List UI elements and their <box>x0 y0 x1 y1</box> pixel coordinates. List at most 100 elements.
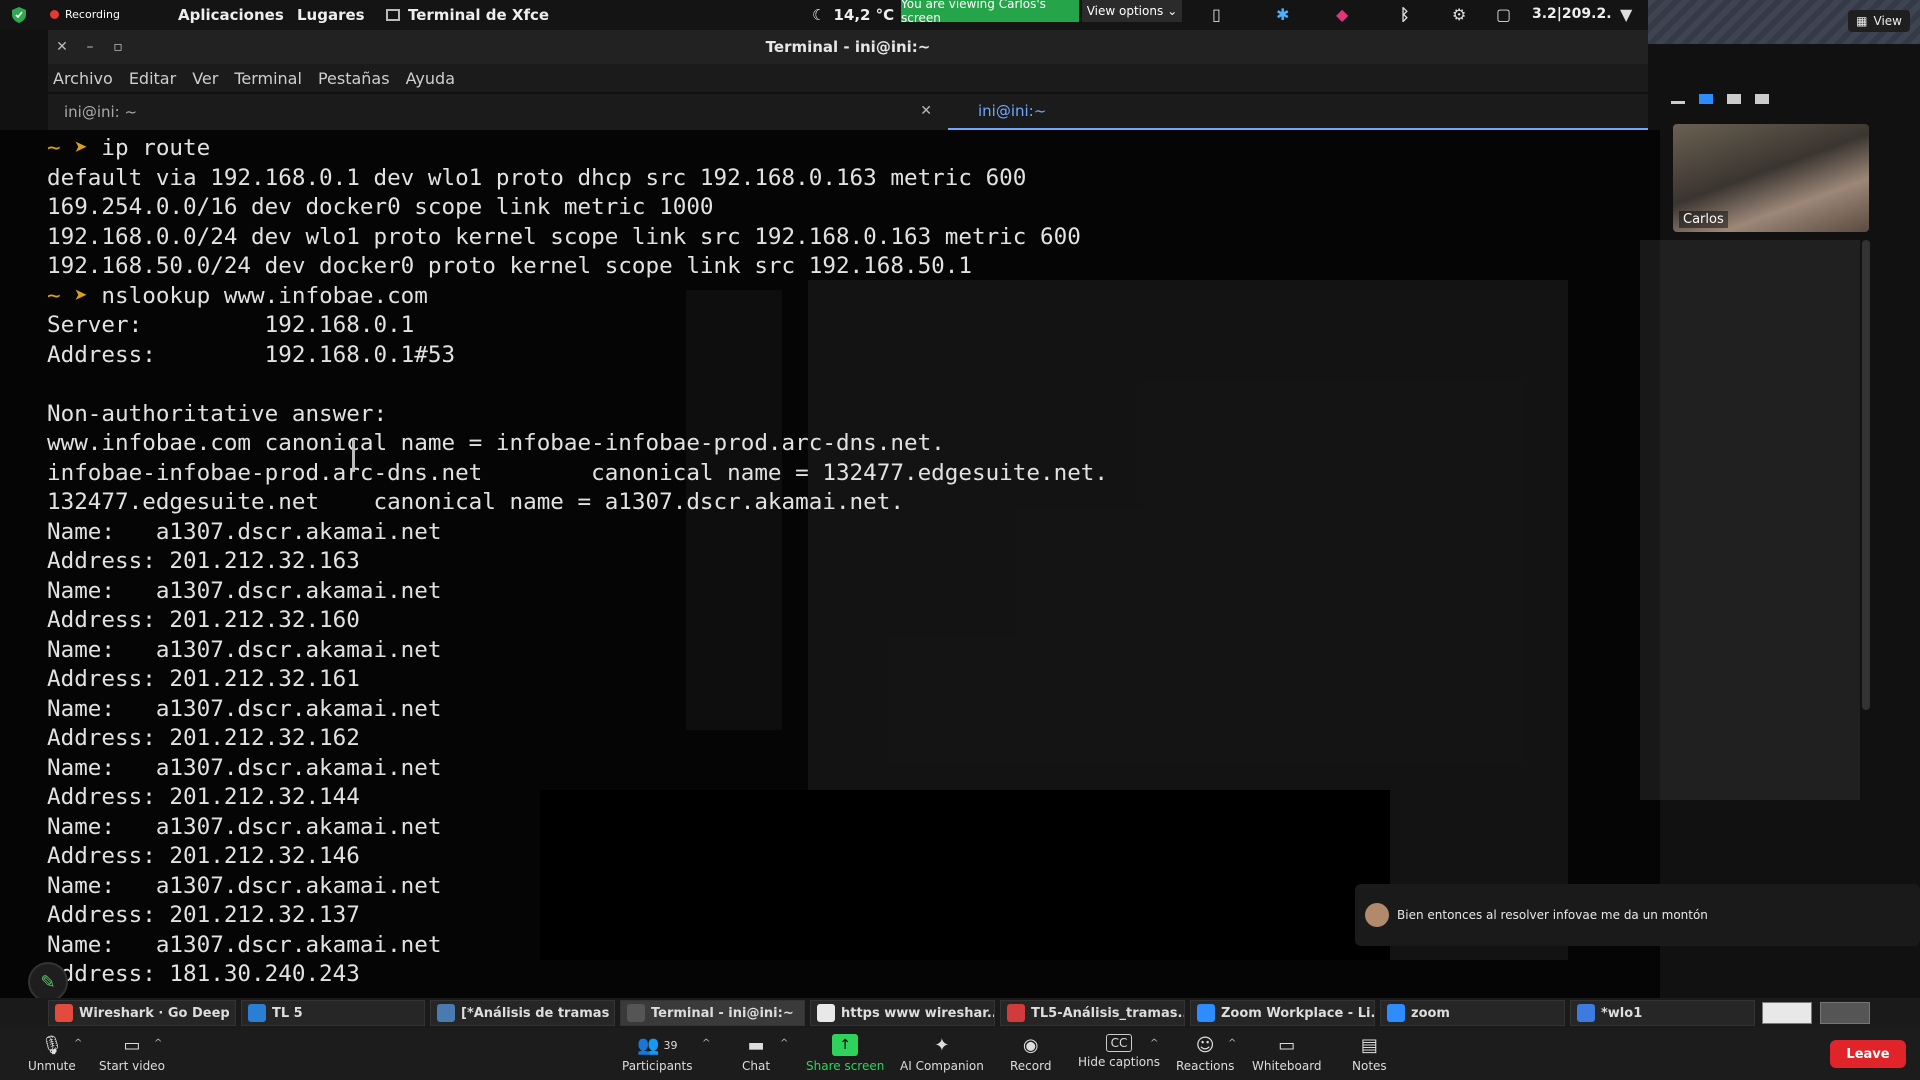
terminal-output-line: default via 192.168.0.1 dev wlo1 proto d… <box>47 164 1108 194</box>
terminal-output-line: Address: 201.212.32.161 <box>47 665 1108 695</box>
chevron-up-icon[interactable]: ^ <box>154 1038 162 1049</box>
notes-button[interactable]: ▤ Notes <box>1352 1034 1387 1074</box>
participants-icon: 👥 39 <box>637 1034 678 1056</box>
layout-strip-icon[interactable] <box>1699 94 1713 104</box>
menu-archivo[interactable]: Archivo <box>53 69 113 88</box>
weather-widget[interactable]: ☾ 14,2 °C <box>812 6 894 24</box>
taskbar-item[interactable]: Terminal - ini@ini:~ <box>620 1000 805 1026</box>
chevron-up-icon[interactable]: ^ <box>780 1038 788 1049</box>
scrollbar[interactable] <box>1862 240 1870 710</box>
places-menu[interactable]: Lugares <box>297 6 365 24</box>
taskbar-item[interactable]: *wlo1 <box>1570 1000 1755 1026</box>
ai-companion-button[interactable]: ✦ AI Companion <box>900 1034 984 1074</box>
view-button[interactable]: ▦ View <box>1848 10 1910 32</box>
chevron-down-icon: ⌄ <box>1167 4 1178 18</box>
chevron-up-icon[interactable]: ^ <box>74 1038 82 1049</box>
chat-message: Bien entonces al resolver infovae me da … <box>1397 908 1708 922</box>
taskbar-item[interactable]: https www wireshar... <box>810 1000 995 1026</box>
leave-button[interactable]: Leave <box>1830 1040 1906 1068</box>
unmute-button[interactable]: 🎙 Unmute <box>28 1034 76 1074</box>
workspace-switcher-2[interactable] <box>1820 1002 1870 1024</box>
taskbar-item-label: Terminal - ini@ini:~ <box>651 1005 794 1021</box>
close-icon[interactable]: ✕ <box>920 103 932 119</box>
taskbar-item-label: [*Análisis de tramas ... <box>461 1005 615 1021</box>
app-tray-icon[interactable]: ◆ <box>1336 5 1348 24</box>
terminal-output-line: Address: 201.212.32.160 <box>47 606 1108 636</box>
taskbar-item[interactable]: [*Análisis de tramas ... <box>430 1000 615 1026</box>
taskbar-item-label: zoom <box>1411 1005 1450 1021</box>
wifi-icon[interactable]: ▼ <box>1620 5 1632 24</box>
bluetooth-icon[interactable]: ᛒ <box>1400 5 1410 24</box>
menu-ver[interactable]: Ver <box>192 69 218 88</box>
terminal-output-line: 169.254.0.0/16 dev docker0 scope link me… <box>47 193 1108 223</box>
battery-icon[interactable]: ▢ <box>1496 5 1511 24</box>
grid-icon: ▦ <box>1856 14 1868 28</box>
workspace-switcher-1[interactable] <box>1762 1002 1812 1024</box>
applications-menu[interactable]: Aplicaciones <box>178 6 284 24</box>
chevron-up-icon[interactable]: ^ <box>702 1038 710 1049</box>
view-options-label: View options <box>1086 4 1164 18</box>
menu-ayuda[interactable]: Ayuda <box>406 69 455 88</box>
view-button-label: View <box>1873 14 1902 28</box>
app-icon <box>1387 1004 1405 1022</box>
record-button[interactable]: ◉ Record <box>1010 1034 1052 1074</box>
temperature-label: 14,2 °C <box>833 6 895 24</box>
window-icon <box>386 9 400 21</box>
share-screen-button[interactable]: ↑ Share screen <box>806 1034 884 1073</box>
active-window-button[interactable]: Terminal de Xfce <box>386 6 549 24</box>
cpu-icon[interactable]: ⚙ <box>1452 5 1466 24</box>
minimize-icon[interactable] <box>1671 101 1685 104</box>
taskbar-item-label: https www wireshar... <box>841 1005 995 1021</box>
line-text: Address: 192.168.0.1#53 <box>47 341 456 368</box>
participant-name: Carlos <box>1679 211 1728 228</box>
record-label: Record <box>1010 1059 1052 1073</box>
whiteboard-button[interactable]: ▭ Whiteboard <box>1252 1034 1322 1074</box>
participant-video[interactable]: Carlos <box>1665 88 1875 236</box>
active-window-label: Terminal de Xfce <box>408 6 550 24</box>
terminal-titlebar[interactable]: ✕ – ▫ Terminal - ini@ini:~ <box>48 30 1648 64</box>
chevron-up-icon[interactable]: ^ <box>1228 1038 1236 1049</box>
participants-label: Participants <box>622 1059 693 1073</box>
taskbar-item[interactable]: Zoom Workplace - Li... <box>1190 1000 1375 1026</box>
clipboard-icon[interactable]: ▯ <box>1212 5 1221 24</box>
slack-icon[interactable]: ✱ <box>1276 5 1289 24</box>
tab-label: ini@ini: ~ <box>64 103 138 121</box>
tab-2[interactable]: ini@ini:~ <box>948 94 1648 130</box>
line-text: Address: 201.212.32.162 <box>47 725 360 751</box>
app-icon <box>1197 1004 1215 1022</box>
zoom-top-strip: ▦ View <box>1648 0 1920 44</box>
top-panel: Recording Aplicaciones Lugares Terminal … <box>0 0 1648 30</box>
chevron-up-icon[interactable]: ^ <box>1150 1038 1158 1049</box>
menu-terminal[interactable]: Terminal <box>234 69 302 88</box>
taskbar-item[interactable]: TL 5 <box>241 1000 425 1026</box>
line-text: Name: a1307.dscr.akamai.net <box>47 754 442 781</box>
annotate-pencil-icon[interactable]: ✎ <box>28 962 68 1002</box>
chat-button[interactable]: ▬ Chat <box>742 1034 770 1074</box>
terminal-output-line: www.infobae.com canonical name = infobae… <box>47 429 1108 459</box>
record-icon: ◉ <box>1022 1034 1039 1056</box>
menu-pestanas[interactable]: Pestañas <box>318 69 390 88</box>
taskbar-item[interactable]: zoom <box>1380 1000 1565 1026</box>
terminal-output-line: Name: a1307.dscr.akamai.net <box>47 636 1108 666</box>
reactions-button[interactable]: ☺ Reactions <box>1176 1034 1234 1074</box>
menu-editar[interactable]: Editar <box>129 69 176 88</box>
taskbar-item[interactable]: TL5-Análisis_tramas... <box>1000 1000 1185 1026</box>
chat-notification[interactable]: Bien entonces al resolver infovae me da … <box>1355 884 1920 946</box>
tab-label: ini@ini:~ <box>978 102 1047 120</box>
terminal-output-line: Server: 192.168.0.1 <box>47 311 1108 341</box>
whiteboard-label: Whiteboard <box>1252 1059 1322 1073</box>
taskbar-item[interactable]: Wireshark · Go Deep ... <box>48 1000 236 1026</box>
record-dot-icon <box>50 10 59 19</box>
layout-single-icon[interactable] <box>1727 94 1741 104</box>
terminal-output-line: Name: a1307.dscr.akamai.net <box>47 695 1108 725</box>
layout-grid-icon[interactable] <box>1755 94 1769 104</box>
taskbar-item-label: TL5-Análisis_tramas... <box>1031 1005 1185 1021</box>
view-options-button[interactable]: View options ⌄ <box>1082 0 1182 22</box>
participants-button[interactable]: 👥 39 Participants <box>622 1034 693 1074</box>
terminal-output-line: Address: 201.212.32.162 <box>47 724 1108 754</box>
terminal-output-line: Name: a1307.dscr.akamai.net <box>47 872 1108 902</box>
whiteboard-icon: ▭ <box>1278 1034 1296 1056</box>
recording-indicator: Recording <box>50 8 120 21</box>
tab-1[interactable]: ini@ini: ~ ✕ <box>48 94 948 130</box>
hide-captions-button[interactable]: CC Hide captions <box>1078 1034 1160 1069</box>
